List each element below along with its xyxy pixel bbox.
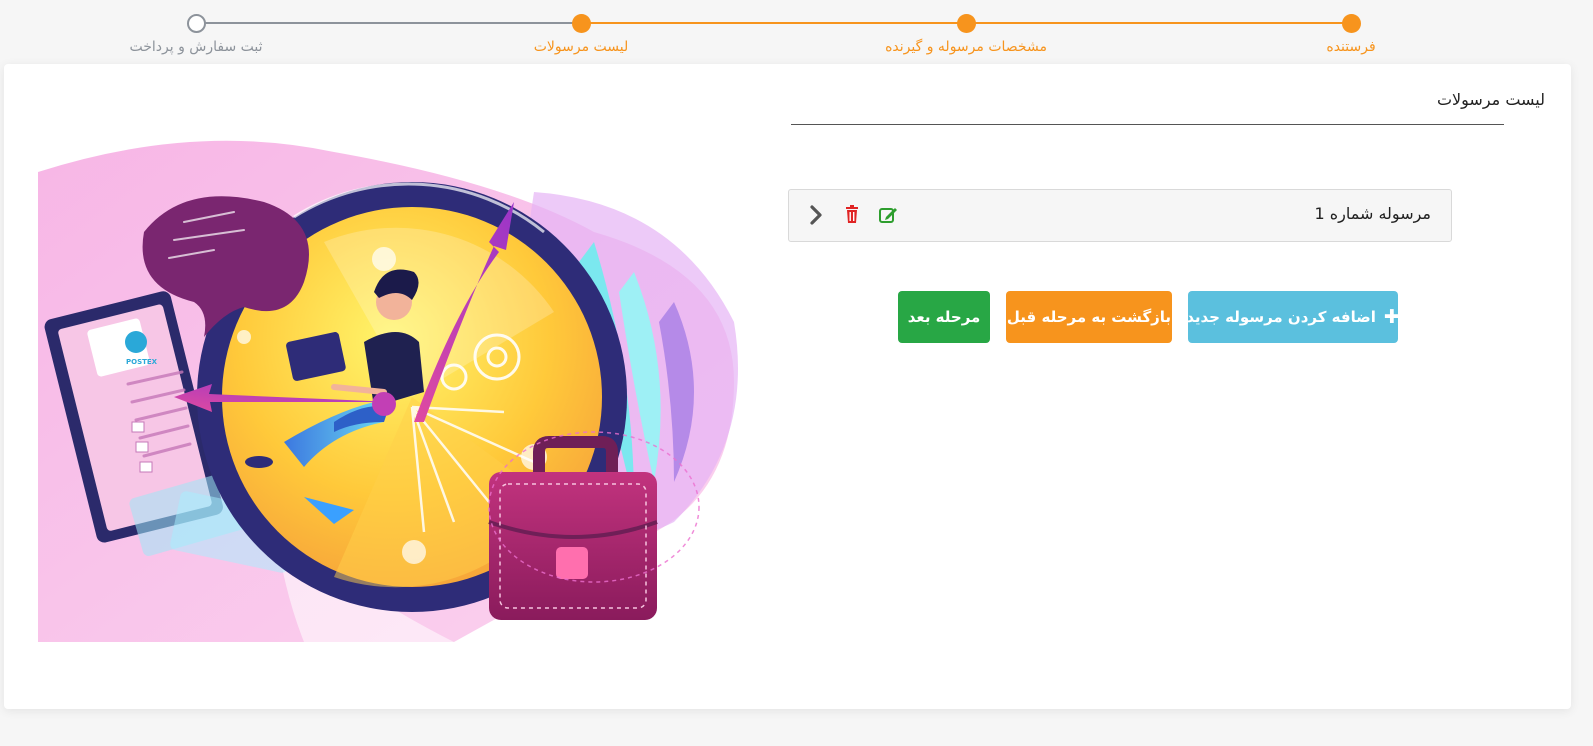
step-marker-checkout: [187, 14, 206, 33]
stepper-connector: [586, 22, 962, 24]
step-label-checkout: ثبت سفارش و پرداخت: [129, 39, 263, 55]
step-marker-sender[interactable]: [1342, 14, 1361, 33]
parcel-label: مرسوله شماره 1: [1314, 204, 1431, 223]
next-step-label: مرحله بعد: [907, 308, 981, 326]
progress-stepper: فرستنده مشخصات مرسوله و گیرنده لیست مرسو…: [0, 0, 1593, 64]
plus-icon: ✚: [1383, 306, 1400, 328]
chevron-right-icon[interactable]: [805, 204, 827, 226]
trash-icon[interactable]: [841, 204, 863, 226]
back-button[interactable]: بازگشت به مرحله قبل: [1006, 291, 1172, 343]
step-marker-parcel-details[interactable]: [957, 14, 976, 33]
stepper-connector: [205, 22, 577, 24]
parcel-list-card: لیست مرسولات مرسوله شماره 1 ✚ اضافه کردن…: [4, 64, 1571, 709]
delivery-illustration: POSTEX: [38, 140, 738, 642]
step-marker-parcel-list[interactable]: [572, 14, 591, 33]
add-parcel-button[interactable]: ✚ اضافه کردن مرسوله جدید: [1186, 291, 1400, 343]
parcel-row[interactable]: مرسوله شماره 1: [788, 189, 1452, 242]
postex-logo-text: POSTEX: [126, 358, 158, 366]
section-title: لیست مرسولات: [1436, 90, 1545, 109]
step-label-parcel-details[interactable]: مشخصات مرسوله و گیرنده: [856, 39, 1076, 55]
step-label-parcel-list[interactable]: لیست مرسولات: [471, 39, 691, 55]
back-label: بازگشت به مرحله قبل: [1006, 308, 1172, 326]
title-divider: [791, 124, 1504, 125]
next-step-button[interactable]: مرحله بعد: [898, 291, 990, 343]
edit-icon[interactable]: [877, 204, 899, 226]
stepper-connector: [972, 22, 1348, 24]
step-label-sender[interactable]: فرستنده: [1241, 39, 1461, 55]
add-parcel-label: اضافه کردن مرسوله جدید: [1186, 308, 1376, 326]
